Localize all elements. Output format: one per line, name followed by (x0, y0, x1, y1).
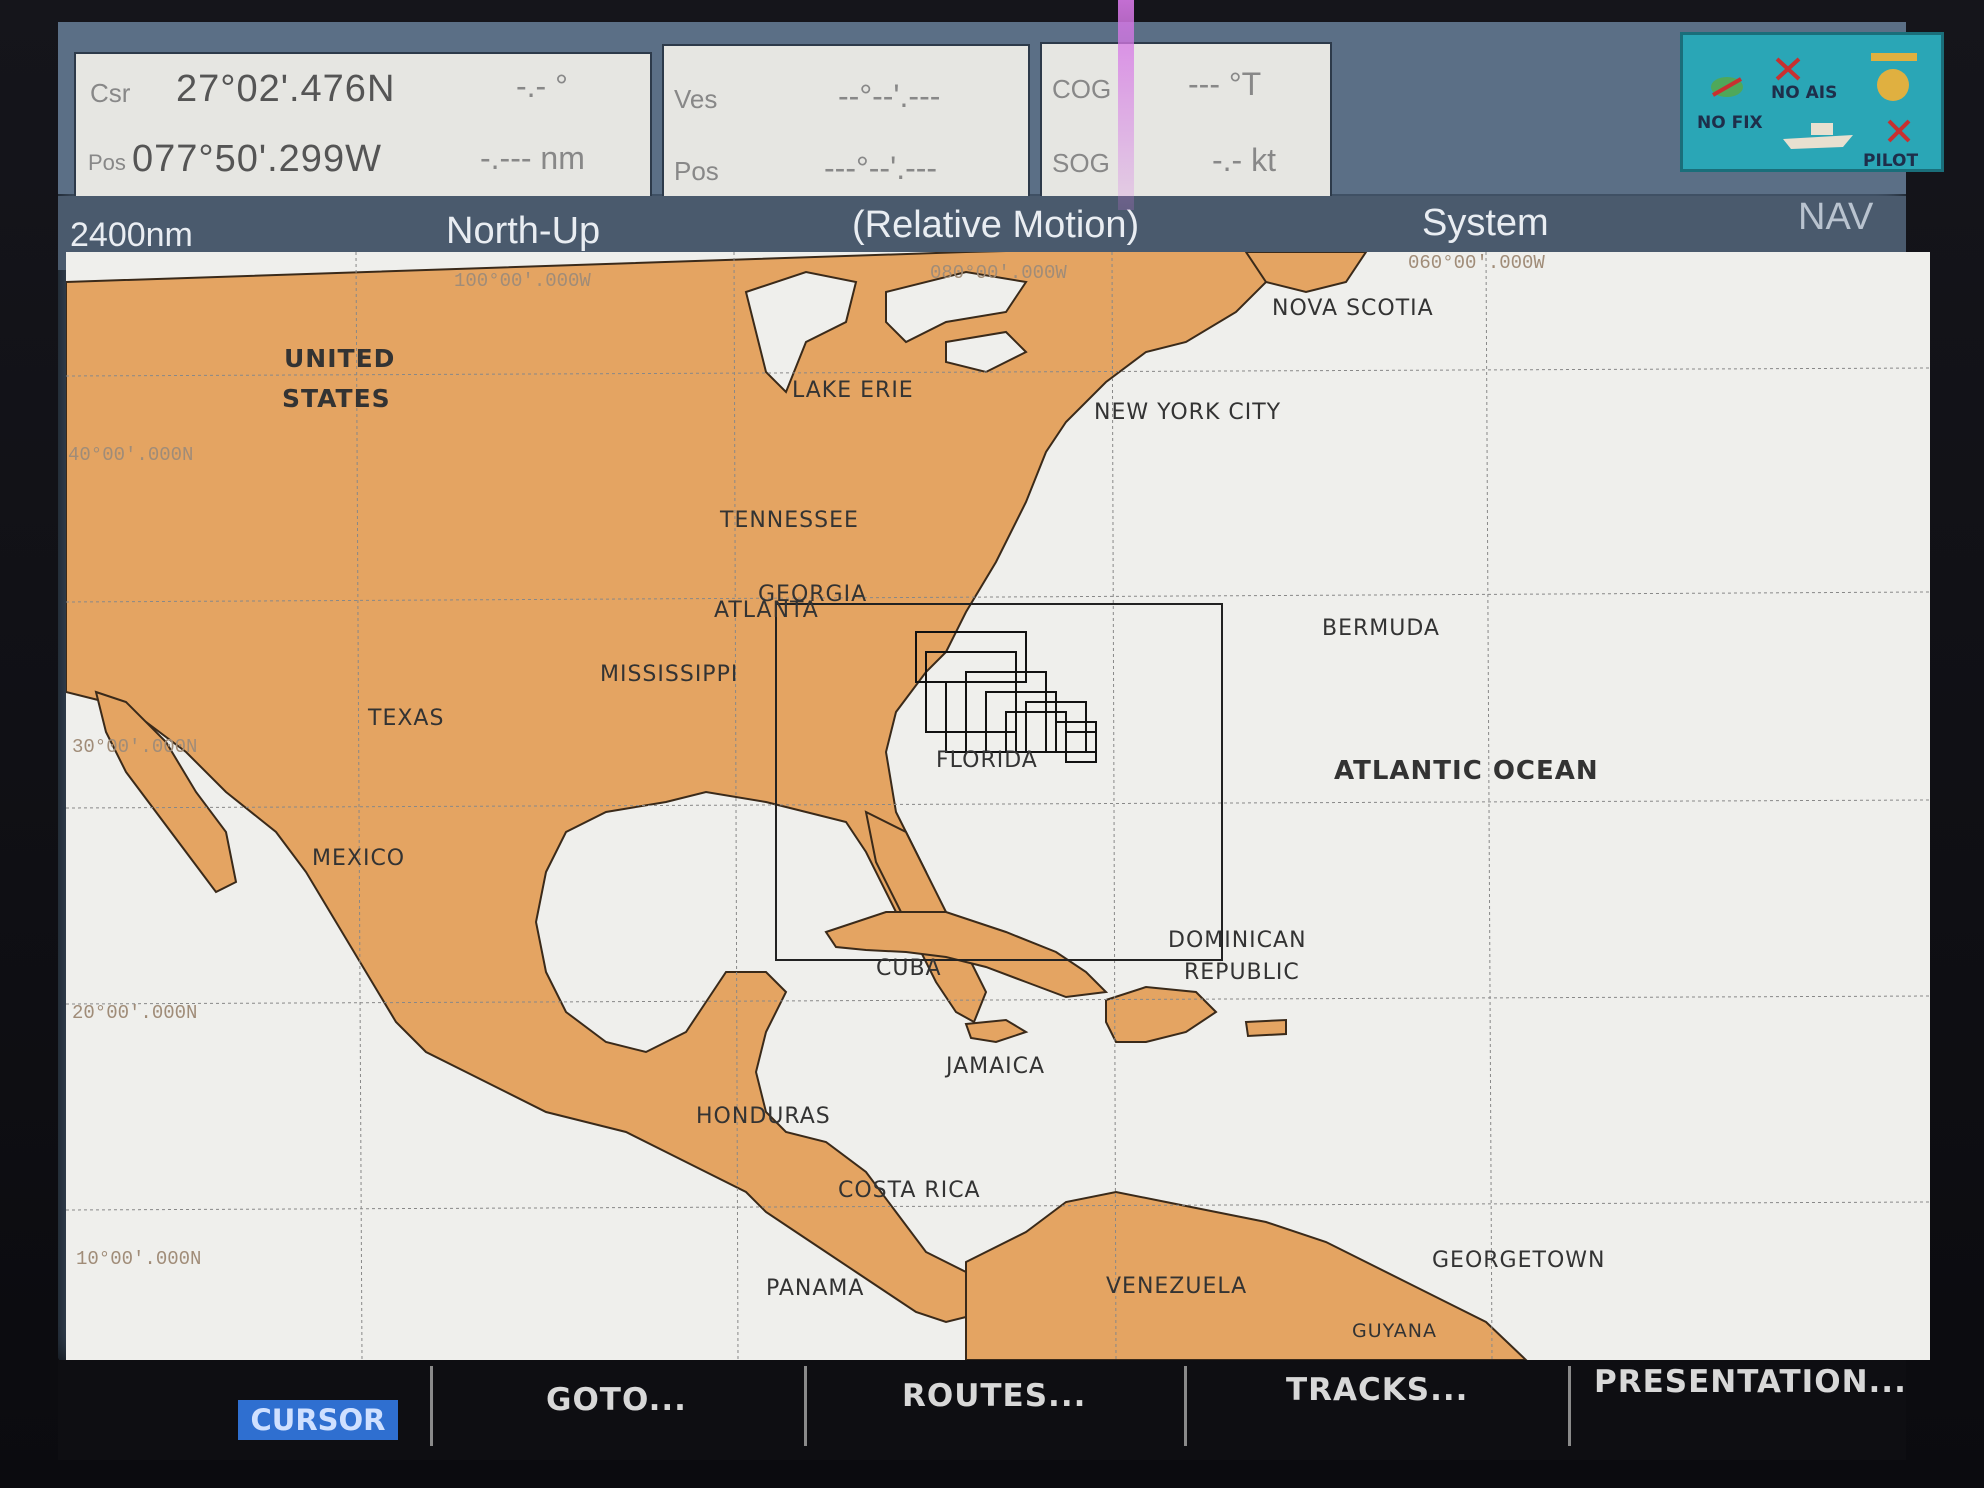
chart-graphic (66, 252, 1930, 1360)
grid-label-060w: 060°00'.000W (1408, 252, 1545, 274)
grid-label-30n: 30°00'.000N (72, 736, 198, 758)
vessel-latitude: --°--'.--- (838, 78, 941, 114)
system-mode[interactable]: System (1422, 202, 1549, 245)
status-indicators: NO FIX NO AIS PILOT (1680, 32, 1944, 172)
weather-icon (1871, 53, 1917, 101)
label-tennessee: TENNESSEE (720, 508, 859, 533)
label-united: UNITED (284, 344, 396, 373)
label-texas: TEXAS (368, 706, 445, 731)
range-scale[interactable]: 2400nm (70, 216, 193, 255)
vessel-position-panel: Ves --°--'.--- Pos ---°--'.--- (662, 44, 1030, 214)
cog-label: COG (1052, 74, 1112, 104)
no-ais-label: NO AIS (1771, 83, 1838, 103)
label-jamaica: JAMAICA (946, 1054, 1046, 1079)
motion-mode[interactable]: (Relative Motion) (852, 204, 1139, 247)
cog-value: --- °T (1188, 66, 1262, 102)
cursor-range: -.--- nm (480, 140, 585, 176)
cursor-position-panel: Csr 27°02'.476N -.- ° Pos 077°50'.299W -… (74, 52, 652, 218)
label-atlantic-ocean: ATLANTIC OCEAN (1334, 756, 1599, 786)
grid-label-10n: 10°00'.000N (76, 1248, 202, 1270)
softkey-divider (430, 1366, 433, 1446)
puerto-rico-island (1244, 1018, 1287, 1038)
label-states: STATES (282, 384, 391, 413)
pilot-label: PILOT (1863, 151, 1919, 171)
label-cuba: CUBA (876, 956, 942, 981)
label-republic: REPUBLIC (1184, 960, 1300, 985)
softkey-divider (1568, 1366, 1571, 1446)
goto-softkey[interactable]: GOTO... (546, 1382, 687, 1418)
softkey-divider (1184, 1366, 1187, 1446)
label-costa-rica: COSTA RICA (838, 1178, 981, 1203)
label-georgetown: GEORGETOWN (1432, 1248, 1606, 1273)
orientation-mode[interactable]: North-Up (446, 210, 600, 253)
no-fix-label: NO FIX (1697, 113, 1763, 133)
label-florida: FLORIDA (936, 748, 1038, 773)
label-atlanta: ATLANTA (714, 598, 819, 623)
vessel-longitude: ---°--'.--- (824, 150, 938, 186)
cursor-softkey[interactable]: CURSOR (238, 1400, 398, 1440)
label-dominican: DOMINICAN (1168, 928, 1307, 953)
grid-label-080w: 080°00'.000W (930, 262, 1067, 284)
sog-value: -.- kt (1212, 142, 1276, 178)
csr-label: Csr (90, 78, 131, 108)
label-bermuda: BERMUDA (1322, 616, 1440, 641)
label-nova-scotia: NOVA SCOTIA (1272, 296, 1434, 321)
grid-label-20n: 20°00'.000N (72, 1002, 198, 1024)
pos-label: Pos (88, 150, 126, 175)
softkey-divider (804, 1366, 807, 1446)
presentation-softkey[interactable]: PRESENTATION... (1594, 1364, 1907, 1400)
vessel-pos-label: Pos (674, 156, 719, 186)
course-speed-panel: COG --- °T SOG -.- kt (1040, 42, 1332, 200)
chart-map[interactable]: 100°00'.000W 080°00'.000W 060°00'.000W 4… (66, 252, 1930, 1360)
grid-label-40n: 40°00'.000N (68, 444, 194, 466)
data-bar: Csr 27°02'.476N -.- ° Pos 077°50'.299W -… (58, 22, 1944, 218)
nav-mode[interactable]: NAV (1798, 196, 1873, 239)
grid-label-100w: 100°00'.000W (454, 270, 591, 292)
cursor-bearing: -.- ° (516, 68, 568, 104)
label-honduras: HONDURAS (696, 1104, 831, 1129)
label-new-york: NEW YORK CITY (1094, 400, 1282, 425)
autopilot-icon (1887, 119, 1911, 143)
vessel-icon (1783, 123, 1853, 149)
cursor-longitude: 077°50'.299W (132, 138, 382, 180)
sog-label: SOG (1052, 148, 1110, 178)
ais-icon (1775, 57, 1801, 81)
label-guyana: GUYANA (1352, 1320, 1437, 1342)
label-mexico: MEXICO (312, 846, 406, 871)
label-mississippi: MISSISSIPPI (600, 662, 739, 687)
label-lake-erie: LAKE ERIE (792, 378, 914, 403)
ves-label: Ves (674, 84, 718, 114)
gps-icon (1711, 77, 1743, 97)
routes-softkey[interactable]: ROUTES... (902, 1378, 1086, 1414)
label-panama: PANAMA (766, 1276, 865, 1301)
cursor-latitude: 27°02'.476N (176, 68, 396, 110)
label-venezuela: VENEZUELA (1106, 1274, 1248, 1299)
tracks-softkey[interactable]: TRACKS... (1286, 1372, 1468, 1408)
